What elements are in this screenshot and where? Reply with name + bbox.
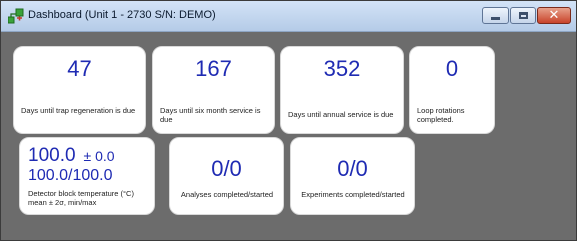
trap-regeneration-label: Days until trap regeneration is due	[21, 106, 136, 115]
close-icon: ✕	[548, 8, 560, 23]
annual-service-tile: 352 Days until annual service is due	[280, 46, 404, 134]
dashboard-content: 47 Days until trap regeneration is due 1…	[7, 36, 571, 236]
temperature-label: Detector block temperature (°C) mean ± 2…	[28, 189, 148, 207]
close-button[interactable]: ✕	[537, 7, 571, 24]
temperature-label-line1: Detector block temperature (°C)	[28, 189, 134, 198]
analyses-label: Analyses completed/started	[180, 190, 274, 199]
temperature-minmax: 100.0/100.0	[28, 167, 113, 184]
maximize-icon	[518, 12, 528, 19]
experiments-tile: 0/0 Experiments completed/started	[290, 137, 415, 215]
trap-regeneration-tile: 47 Days until trap regeneration is due	[13, 46, 146, 134]
experiments-label: Experiments completed/started	[301, 190, 405, 199]
annual-service-days: 352	[323, 56, 361, 81]
analyses-tile: 0/0 Analyses completed/started	[169, 137, 284, 215]
dashboard-window: Dashboard (Unit 1 - 2730 S/N: DEMO) ✕ 47…	[0, 0, 577, 241]
loop-rotations-tile: 0 Loop rotations completed.	[409, 46, 495, 134]
network-plus-icon	[8, 8, 24, 24]
temperature-mean-row: 100.0 ± 0.0	[28, 145, 115, 167]
detector-temperature-tile: 100.0 ± 0.0 100.0/100.0 Detector block te…	[19, 137, 155, 215]
analyses-count: 0/0	[211, 156, 242, 181]
experiments-count: 0/0	[337, 156, 368, 181]
loop-rotations-count: 0	[445, 56, 459, 81]
minimize-button[interactable]	[482, 7, 509, 24]
temperature-sigma: ± 0.0	[83, 148, 115, 164]
minimize-icon	[491, 16, 500, 20]
window-title: Dashboard (Unit 1 - 2730 S/N: DEMO)	[28, 9, 216, 21]
temperature-mean: 100.0	[28, 145, 76, 166]
title-bar[interactable]: Dashboard (Unit 1 - 2730 S/N: DEMO) ✕	[1, 1, 576, 32]
six-month-service-tile: 167 Days until six month service is due	[152, 46, 275, 134]
temperature-label-line2: mean ± 2σ, min/max	[28, 198, 97, 207]
six-month-service-days: 167	[195, 56, 232, 81]
annual-service-label: Days until annual service is due	[288, 110, 394, 119]
six-month-service-label: Days until six month service is due	[160, 106, 261, 124]
maximize-button[interactable]	[510, 7, 536, 24]
trap-regeneration-days: 47	[67, 56, 92, 81]
loop-rotations-label: Loop rotations completed.	[417, 106, 465, 124]
